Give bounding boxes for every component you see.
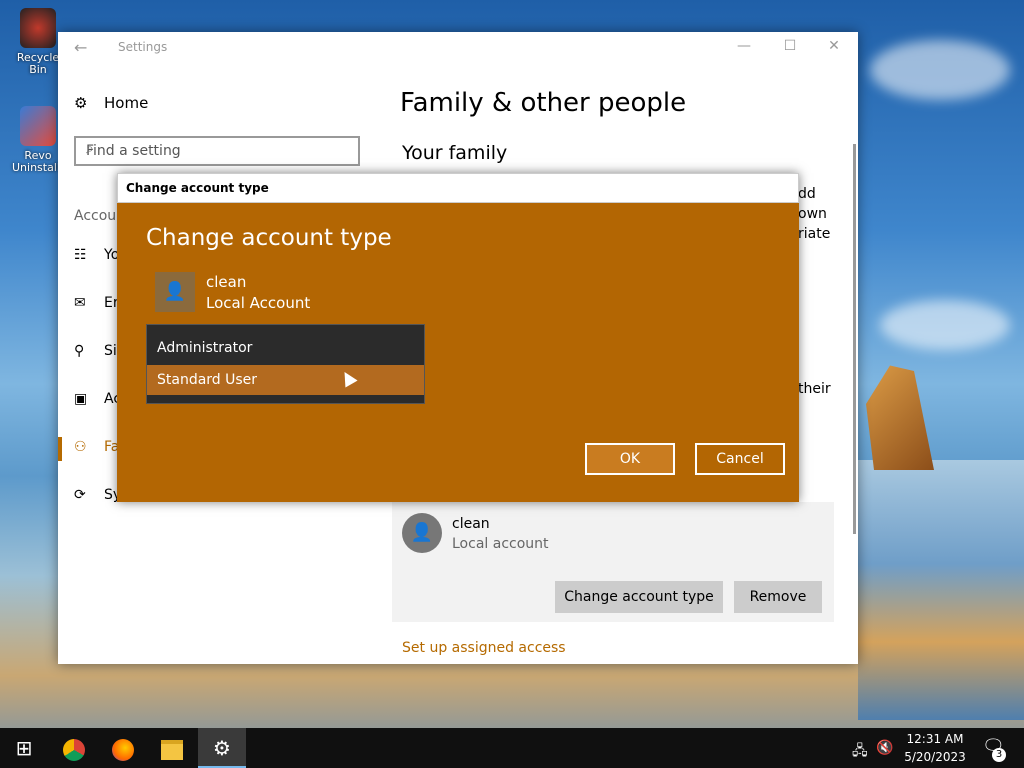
- remove-button[interactable]: Remove: [734, 581, 822, 613]
- clock-date: 5/20/2023: [904, 750, 966, 764]
- nav-item-label: Si: [104, 343, 117, 359]
- account-card[interactable]: 👤 clean Local account Change account typ…: [392, 502, 834, 622]
- settings-gear-icon[interactable]: ⚙: [198, 728, 246, 768]
- truncated-text: own: [798, 206, 827, 222]
- window-title: Settings: [118, 40, 168, 54]
- account-type: Local account: [452, 536, 549, 552]
- family-icon: ⚇: [74, 439, 87, 455]
- section-heading-your-family: Your family: [402, 142, 508, 164]
- ok-button[interactable]: OK: [585, 443, 675, 475]
- avatar: 👤: [402, 513, 442, 553]
- nav-home-label: Home: [104, 94, 149, 112]
- maximize-icon[interactable]: ☐: [780, 38, 800, 54]
- close-icon[interactable]: ✕: [824, 38, 844, 54]
- active-indicator: [58, 437, 62, 461]
- volume-muted-icon[interactable]: 🔇: [876, 740, 893, 756]
- scrollbar[interactable]: [853, 144, 856, 534]
- user-info-icon: ☷: [74, 247, 87, 263]
- network-icon[interactable]: 🖧: [852, 740, 868, 764]
- account-name: clean: [452, 516, 490, 532]
- truncated-text: dd: [798, 186, 816, 202]
- dialog-window-title: Change account type: [126, 181, 269, 195]
- clock-time: 12:31 AM: [906, 732, 964, 746]
- key-icon: ⚲: [74, 343, 85, 359]
- dialog-user-type: Local Account: [206, 294, 311, 312]
- dialog-heading: Change account type: [146, 225, 392, 251]
- cloud: [870, 40, 1010, 100]
- dialog-title-bar: Change account type: [117, 173, 799, 203]
- option-label: Standard User: [157, 372, 258, 388]
- title-bar: ← Settings — ☐ ✕: [58, 32, 858, 64]
- chrome-icon[interactable]: [50, 728, 98, 768]
- cloud: [880, 300, 1010, 350]
- search-icon: ⌕: [86, 141, 94, 157]
- revo-uninstaller-icon: [20, 106, 56, 146]
- change-account-type-dialog: Change account type Change account type …: [117, 173, 799, 502]
- gear-icon: ⚙: [74, 94, 88, 112]
- account-type-dropdown[interactable]: Administrator Standard User: [146, 324, 425, 404]
- user-avatar-icon: 👤: [155, 272, 195, 312]
- section-label-accounts: Accou: [74, 208, 117, 224]
- email-icon: ✉: [74, 295, 86, 311]
- sea: [858, 460, 1024, 720]
- truncated-text: riate: [798, 226, 831, 242]
- truncated-text: their: [798, 381, 831, 397]
- dialog-user-name: clean: [206, 273, 247, 291]
- set-up-assigned-access-link[interactable]: Set up assigned access: [402, 640, 566, 656]
- start-icon[interactable]: ⊞: [0, 728, 48, 768]
- nav-home[interactable]: ⚙ Home: [74, 94, 148, 112]
- page-title: Family & other people: [400, 88, 687, 118]
- firefox-icon[interactable]: [99, 728, 147, 768]
- search-input[interactable]: Find a setting ⌕: [74, 136, 360, 166]
- sync-icon: ⟳: [74, 487, 86, 503]
- option-standard-user[interactable]: Standard User: [147, 365, 424, 395]
- option-administrator[interactable]: Administrator: [147, 333, 424, 363]
- back-arrow-icon[interactable]: ←: [74, 38, 87, 57]
- change-account-type-button[interactable]: Change account type: [555, 581, 723, 613]
- file-explorer-icon[interactable]: [148, 728, 196, 768]
- desktop-icon-label: Revo Uninstaller: [12, 149, 72, 174]
- briefcase-icon: ▣: [74, 391, 88, 407]
- notification-count-badge: 3: [992, 748, 1006, 762]
- option-label: Administrator: [157, 340, 253, 356]
- recycle-bin-icon: [20, 8, 56, 48]
- taskbar: ⊞ ⚙ 🖧 🔇 12:31 AM 5/20/2023 🗨 3: [0, 728, 1024, 768]
- clock[interactable]: 12:31 AM 5/20/2023: [900, 730, 970, 766]
- rock: [866, 365, 934, 470]
- cancel-button[interactable]: Cancel: [695, 443, 785, 475]
- minimize-icon[interactable]: —: [734, 38, 754, 54]
